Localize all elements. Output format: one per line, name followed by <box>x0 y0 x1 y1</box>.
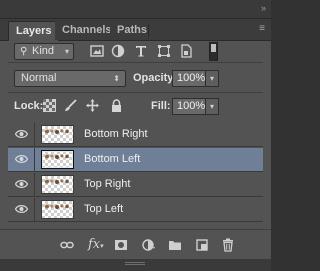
visibility-toggle[interactable] <box>8 123 35 146</box>
visibility-toggle[interactable] <box>8 173 35 196</box>
tab-channels-label: Channels <box>62 24 112 36</box>
opacity-value: 100% <box>177 72 206 84</box>
new-adjustment-layer-icon[interactable] <box>142 238 156 252</box>
layers-panel: » Layers Channels Paths ≡ ⚲ Kind ▾ Norma… <box>0 0 271 271</box>
divider <box>8 62 263 63</box>
add-layer-style-icon[interactable]: fx▾ <box>88 237 104 252</box>
shape-layer-filter-icon[interactable] <box>157 44 171 58</box>
chevron-down-icon: ▾ <box>64 47 69 56</box>
lock-position-icon[interactable] <box>86 99 99 112</box>
pixel-layer-filter-icon[interactable] <box>90 44 104 58</box>
eye-icon[interactable] <box>14 129 29 142</box>
smart-object-filter-icon[interactable] <box>179 44 193 58</box>
link-layers-icon[interactable] <box>60 238 74 252</box>
opacity-label: Opacity: <box>133 72 178 84</box>
fill-label: Fill: <box>151 100 171 112</box>
fill-dropdown-button[interactable]: ▾ <box>205 98 219 115</box>
layer-row[interactable]: Top Right <box>8 173 263 197</box>
layers-toolbar: fx▾ <box>0 229 271 260</box>
opacity-field[interactable]: 100% <box>172 70 206 87</box>
layer-thumbnail[interactable] <box>41 150 74 169</box>
tab-divider <box>148 24 149 37</box>
tab-channels[interactable]: Channels <box>55 21 119 40</box>
new-layer-icon[interactable] <box>195 238 209 252</box>
panel-title-bar[interactable]: » <box>0 0 271 19</box>
eye-icon[interactable] <box>14 204 29 217</box>
type-layer-filter-icon[interactable] <box>134 44 148 58</box>
layer-name[interactable]: Bottom Left <box>84 153 140 165</box>
fill-field[interactable]: 100% <box>172 98 206 115</box>
lock-label: Lock: <box>14 100 44 112</box>
search-icon: ⚲ <box>20 46 28 57</box>
delete-layer-icon[interactable] <box>221 238 235 252</box>
filter-type-value: Kind <box>32 45 55 57</box>
visibility-toggle[interactable] <box>8 198 35 221</box>
filter-type-select[interactable]: ⚲ Kind ▾ <box>14 43 74 60</box>
layers-list: Bottom Right Bottom Left Top Right Top Left <box>8 123 263 225</box>
lock-image-pixels-icon[interactable] <box>64 99 77 112</box>
visibility-toggle[interactable] <box>8 148 35 171</box>
opacity-dropdown-button[interactable]: ▾ <box>205 70 219 87</box>
eye-icon[interactable] <box>14 154 29 167</box>
panel-menu-icon[interactable]: ≡ <box>259 24 265 34</box>
layer-name[interactable]: Bottom Right <box>84 128 148 140</box>
lock-transparent-pixels-icon[interactable] <box>43 99 56 112</box>
tab-layers[interactable]: Layers <box>8 21 60 41</box>
panel-tab-bar: Layers Channels Paths ≡ <box>0 19 271 41</box>
chevron-updown-icon: ⬍ <box>113 74 120 83</box>
lock-all-icon[interactable] <box>110 99 123 112</box>
layer-row[interactable]: Bottom Left <box>8 148 263 172</box>
blend-mode-value: Normal <box>21 72 57 84</box>
divider <box>8 92 263 93</box>
collapse-panel-icon[interactable]: » <box>261 3 266 13</box>
layer-filter-row: ⚲ Kind ▾ <box>0 41 271 61</box>
add-layer-mask-icon[interactable] <box>114 238 128 252</box>
eye-icon[interactable] <box>14 179 29 192</box>
resize-grip-icon[interactable] <box>125 262 145 266</box>
fx-label: fx <box>88 237 101 252</box>
layer-thumbnail[interactable] <box>41 175 74 194</box>
new-group-icon[interactable] <box>168 238 182 252</box>
tab-layers-label: Layers <box>16 25 52 37</box>
layer-thumbnail[interactable] <box>41 125 74 144</box>
layer-row[interactable]: Top Left <box>8 198 263 222</box>
filter-toggle-switch[interactable] <box>209 42 218 61</box>
layer-name[interactable]: Top Right <box>84 178 130 190</box>
layer-row[interactable]: Bottom Right <box>8 123 263 147</box>
blend-mode-select[interactable]: Normal ⬍ <box>14 70 126 87</box>
tab-paths-label: Paths <box>117 24 147 36</box>
adjustment-layer-filter-icon[interactable] <box>111 44 125 58</box>
fill-value: 100% <box>177 100 206 112</box>
layer-name[interactable]: Top Left <box>84 203 123 215</box>
layer-thumbnail[interactable] <box>41 200 74 219</box>
